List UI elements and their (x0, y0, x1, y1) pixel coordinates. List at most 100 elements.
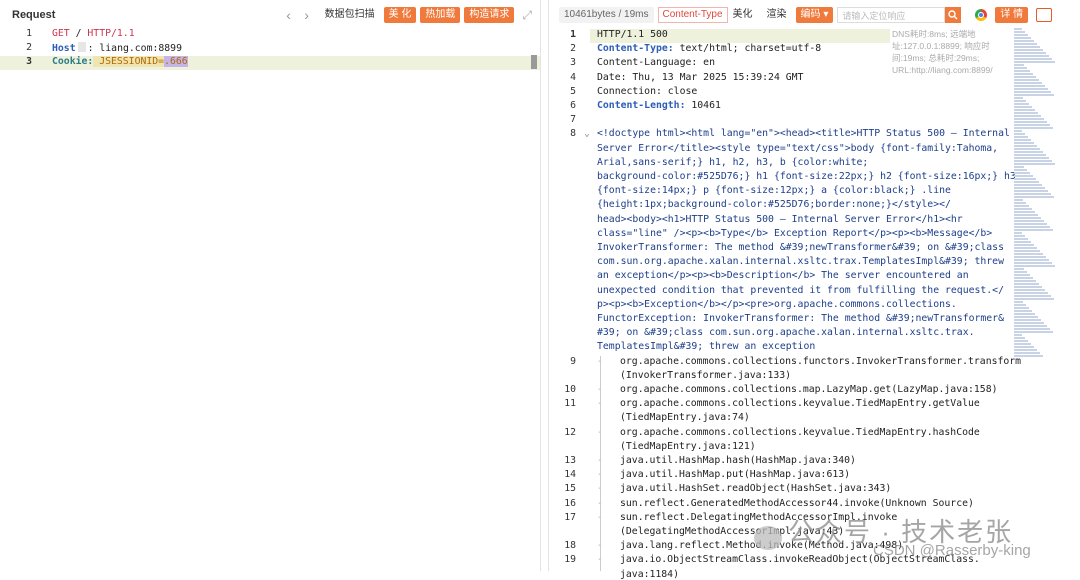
minimap-line (1014, 259, 1049, 261)
line-number: 8 (570, 128, 576, 140)
code-line: InvokerTransformer: The method &#39;newT… (597, 242, 1004, 253)
code-line: (TiedMapEntry.java:121) (620, 440, 756, 452)
minimap-line (1014, 334, 1022, 336)
code-line: Connection: close (597, 85, 698, 97)
code-line: head><body><h1>HTTP Status 500 – Interna… (597, 213, 963, 225)
minimap-line (1014, 211, 1035, 213)
line-number: 11 (564, 398, 576, 410)
line-number: 16 (564, 497, 576, 509)
minimap-line (1014, 328, 1050, 330)
line-number: 17 (564, 511, 576, 523)
code-line: com.sun.org.apache.xalan.internal.xsltc.… (597, 256, 1004, 268)
content-type-tag[interactable]: Content-Type (657, 7, 728, 23)
minimap-line (1014, 91, 1051, 93)
minimap-line (1014, 301, 1023, 303)
hotload-button[interactable]: 热加载 (420, 7, 461, 23)
watermark: 公众号 · 技术老张 CSDN @Rasserby-king (754, 512, 1031, 559)
code-line: #39; on &#39;class com.sun.org.apache.xa… (597, 327, 975, 339)
request-editor[interactable]: 1 GET / HTTP/1.1 2 Host: liang.com:8899 … (0, 28, 540, 571)
editor-scrollbar[interactable] (531, 55, 537, 69)
code-line: Date: Thu, 13 Mar 2025 15:39:24 GMT (597, 71, 804, 83)
chevron-down-icon[interactable]: ⌄ (584, 128, 590, 139)
indent-guide-line (600, 355, 601, 571)
details-button[interactable]: 详 情 (995, 7, 1029, 23)
chevron-right-icon[interactable]: › (298, 7, 316, 23)
line-number: 13 (564, 455, 576, 466)
response-size-info: 10461bytes / 19ms (559, 7, 654, 23)
request-title: Request (12, 9, 56, 21)
minimap-line (1014, 70, 1030, 72)
minimap-line (1014, 220, 1044, 222)
minimap-line (1014, 133, 1025, 135)
minimap-line (1014, 142, 1034, 144)
minimap-line (1014, 238, 1028, 240)
minimap-line (1014, 214, 1038, 216)
minimap-line (1014, 154, 1046, 156)
minimap-line (1014, 226, 1050, 228)
minimap-line (1014, 229, 1053, 231)
code-line: FunctorException: InvokerTransformer: Th… (597, 313, 1004, 324)
request-toolbar: Request ‹ › 数据包扫描 美 化 热加载 构造请求 ⤢ (0, 0, 540, 30)
code-line: java.util.HashMap.put(HashMap.java:613) (620, 469, 851, 481)
minimap-line (1014, 37, 1031, 39)
minimap-line (1014, 274, 1030, 276)
cookie-value: .666 (164, 56, 188, 67)
minimap-line (1014, 199, 1023, 201)
code-line: background-color:#525D76;} h1 {font-size… (597, 171, 1016, 182)
minimap-line (1014, 187, 1045, 189)
request-pane: Request ‹ › 数据包扫描 美 化 热加载 构造请求 ⤢ 1 GET /… (0, 0, 541, 571)
minimap-line (1014, 241, 1031, 243)
minimap-line (1014, 139, 1031, 141)
line-number: 6 (570, 100, 576, 111)
minimap-line (1014, 286, 1042, 288)
line-number: 9 (570, 355, 576, 367)
locate-search-input[interactable]: 请输入定位响应 (837, 7, 946, 23)
minimap-line (1014, 355, 1043, 357)
chat-icon[interactable] (1036, 8, 1053, 22)
response-beautify-button[interactable]: 美化 (727, 7, 758, 23)
code-line: class="line" /><p><b>Type</b> Exception … (597, 227, 993, 239)
minimap-line (1014, 31, 1025, 33)
construct-request-button[interactable]: 构造请求 (464, 7, 515, 23)
render-button[interactable]: 渲染 (761, 7, 792, 23)
minimap-line (1014, 352, 1040, 354)
code-minimap[interactable] (1014, 28, 1056, 388)
minimap-line (1014, 85, 1045, 87)
chrome-icon[interactable] (975, 9, 988, 21)
request-line-1: 1 GET / HTTP/1.1 (0, 28, 540, 42)
minimap-line (1014, 112, 1038, 114)
line-number: 10 (564, 384, 576, 395)
header-line: Content-Length: 10461 (597, 100, 721, 111)
minimap-line (1014, 331, 1053, 333)
method: GET (52, 28, 70, 39)
minimap-line (1014, 340, 1028, 342)
beautify-button[interactable]: 美 化 (383, 7, 417, 23)
encoding-dropdown[interactable]: 编码 ▾ (795, 7, 834, 23)
line-number: 15 (564, 483, 576, 495)
code-line: Content-Language: en (597, 57, 715, 69)
minimap-line (1014, 94, 1054, 96)
minimap-line (1014, 250, 1040, 252)
minimap-line (1014, 55, 1049, 57)
code-line: java.util.HashSet.readObject(HashSet.jav… (620, 483, 892, 495)
minimap-line (1014, 28, 1022, 30)
chevron-left-icon[interactable]: ‹ (280, 7, 298, 23)
minimap-line (1014, 262, 1052, 264)
header-value: : liang.com:8899 (87, 43, 182, 54)
cookie-name: JSESSIONID= (93, 56, 165, 67)
code-line: Arial,sans-serif;} h1, h2, h3, b {color:… (597, 156, 869, 168)
minimap-line (1014, 49, 1043, 51)
line-number: 1 (26, 28, 32, 39)
minimap-line (1014, 160, 1052, 162)
scan-button[interactable]: 数据包扫描 (319, 7, 380, 23)
search-icon[interactable] (945, 7, 962, 23)
expand-icon[interactable]: ⤢ (522, 8, 532, 23)
key-marker-icon (77, 42, 86, 52)
line-number: 3 (26, 56, 32, 67)
code-line: {height:1px;background-color:#525D76;bor… (597, 199, 951, 211)
minimap-line (1014, 193, 1051, 195)
minimap-line (1014, 256, 1046, 258)
minimap-line (1014, 184, 1042, 186)
minimap-line (1014, 34, 1028, 36)
minimap-line (1014, 40, 1034, 42)
